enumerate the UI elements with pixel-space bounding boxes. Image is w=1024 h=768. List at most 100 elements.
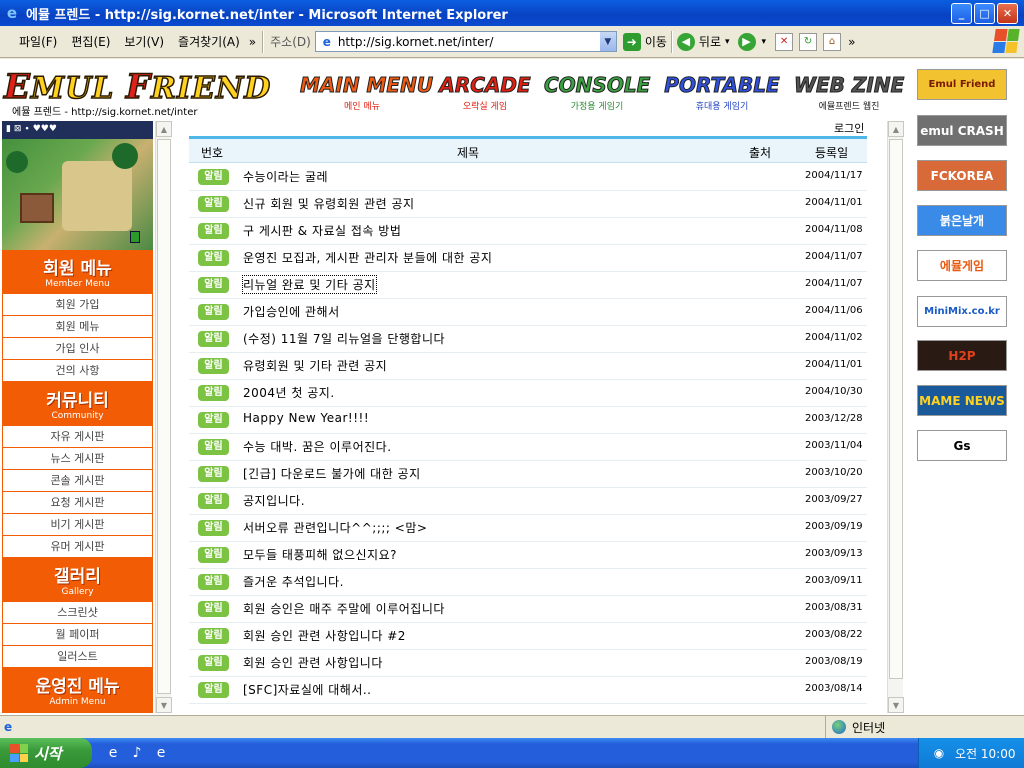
- notice-title-link[interactable]: 신규 회원 및 유령회원 관련 공지: [243, 195, 415, 212]
- partner-banner[interactable]: 붉은날개: [917, 205, 1007, 236]
- media-quicklaunch-icon[interactable]: ♪: [128, 744, 146, 762]
- volume-icon[interactable]: ◉: [931, 745, 947, 761]
- notice-title-link[interactable]: [SFC]자료실에 대해서..: [243, 681, 372, 698]
- menu-view[interactable]: 보기(V): [117, 33, 171, 50]
- notice-title-link[interactable]: Happy New Year!!!!: [243, 411, 369, 425]
- notice-row[interactable]: 알림 회원 승인은 매주 주말에 이루어집니다 2003/08/31: [189, 596, 867, 623]
- notice-row[interactable]: 알림 운영진 모집과, 게시판 관리자 분들에 대한 공지 2004/11/07: [189, 245, 867, 272]
- sidebar-item-join[interactable]: 회원 가입: [2, 294, 153, 316]
- notice-row[interactable]: 알림 수능 대박. 꿈은 이루어진다. 2003/11/04: [189, 434, 867, 461]
- notice-title-link[interactable]: (수정) 11월 7일 리뉴얼을 단행합니다: [243, 330, 445, 347]
- scroll-thumb[interactable]: [889, 139, 903, 679]
- notice-row[interactable]: 알림 (수정) 11월 7일 리뉴얼을 단행합니다 2004/11/02: [189, 326, 867, 353]
- scroll-down-icon[interactable]: ▼: [888, 697, 904, 713]
- sidebar-item-news-board[interactable]: 뉴스 게시판: [2, 448, 153, 470]
- notice-title-link[interactable]: 리뉴얼 완료 및 기타 공지: [242, 275, 377, 294]
- sidebar-item-suggestion[interactable]: 건의 사항: [2, 360, 153, 382]
- notice-row[interactable]: 알림 리뉴얼 완료 및 기타 공지 2004/11/07: [189, 272, 867, 299]
- refresh-icon[interactable]: ↻: [799, 32, 818, 51]
- browser-quicklaunch-icon[interactable]: e: [152, 744, 170, 762]
- notice-title-link[interactable]: [긴급] 다운로드 불가에 대한 공지: [243, 465, 421, 482]
- notice-title-link[interactable]: 운영진 모집과, 게시판 관리자 분들에 대한 공지: [243, 249, 492, 266]
- minimize-button[interactable]: _: [951, 2, 972, 24]
- left-frame-scrollbar[interactable]: ▲ ▼: [155, 121, 172, 713]
- notice-row[interactable]: 알림 구 게시판 & 자료실 접속 방법 2004/11/08: [189, 218, 867, 245]
- notice-title-link[interactable]: 수능 대박. 꿈은 이루어진다.: [243, 438, 392, 455]
- toolbar-overflow-icon[interactable]: »: [848, 35, 855, 49]
- nav-arcade[interactable]: ARCADE 오락실 게임: [436, 73, 534, 113]
- login-link[interactable]: 로그인: [834, 120, 864, 136]
- maximize-button[interactable]: □: [974, 2, 995, 24]
- start-button[interactable]: 시작: [0, 738, 92, 768]
- site-logo[interactable]: EMUL FRIEND: [3, 66, 271, 108]
- partner-banner[interactable]: FCKOREA: [917, 160, 1007, 191]
- partner-banner[interactable]: emul CRASH: [917, 115, 1007, 146]
- close-button[interactable]: ✕: [997, 2, 1018, 24]
- notice-title-link[interactable]: 즐거운 추석입니다.: [243, 573, 344, 590]
- forward-icon[interactable]: ▶: [737, 32, 756, 51]
- notice-title-link[interactable]: 유령회원 및 기타 관련 공지: [243, 357, 387, 374]
- sidebar-item-secret-board[interactable]: 비기 게시판: [2, 514, 153, 536]
- notice-title-link[interactable]: 회원 승인 관련 사항입니다: [243, 654, 383, 671]
- menu-favorites[interactable]: 즐겨찾기(A): [171, 33, 247, 50]
- menu-file[interactable]: 파일(F): [12, 33, 64, 50]
- nav-main-menu[interactable]: MAIN MENU 메인 메뉴: [300, 73, 434, 113]
- sidebar-item-screenshot[interactable]: 스크린샷: [2, 602, 153, 624]
- partner-banner[interactable]: H2P: [917, 340, 1007, 371]
- back-icon[interactable]: ◀: [676, 32, 695, 51]
- notice-row[interactable]: 알림 [긴급] 다운로드 불가에 대한 공지 2003/10/20: [189, 461, 867, 488]
- sidebar-item-illust[interactable]: 일러스트: [2, 646, 153, 668]
- back-dropdown-icon[interactable]: ▾: [725, 37, 730, 47]
- partner-banner[interactable]: MAME NEWS: [917, 385, 1007, 416]
- notice-title-link[interactable]: 가입승인에 관해서: [243, 303, 340, 320]
- scroll-up-icon[interactable]: ▲: [156, 121, 172, 137]
- notice-row[interactable]: 알림 공지입니다. 2003/09/27: [189, 488, 867, 515]
- stop-icon[interactable]: ✕: [775, 32, 794, 51]
- sidebar-item-console-board[interactable]: 콘솔 게시판: [2, 470, 153, 492]
- notice-row[interactable]: 알림 신규 회원 및 유령회원 관련 공지 2004/11/01: [189, 191, 867, 218]
- notice-row[interactable]: 알림 [SFC]자료실에 대해서.. 2003/08/14: [189, 677, 867, 704]
- nav-webzine[interactable]: WEB ZINE 에뮬프렌드 웹진: [794, 73, 905, 113]
- forward-dropdown-icon[interactable]: ▾: [762, 37, 767, 47]
- notice-title-link[interactable]: 회원 승인 관련 사항입니다 #2: [243, 627, 406, 644]
- notice-row[interactable]: 알림 서버오류 관련입니다^^;;;; <맘> 2003/09/19: [189, 515, 867, 542]
- notice-row[interactable]: 알림 즐거운 추석입니다. 2003/09/11: [189, 569, 867, 596]
- notice-row[interactable]: 알림 2004년 첫 공지. 2004/10/30: [189, 380, 867, 407]
- go-button[interactable]: ➜ 이동: [622, 32, 667, 51]
- sidebar-item-free-board[interactable]: 자유 게시판: [2, 426, 153, 448]
- home-icon[interactable]: ⌂: [823, 32, 842, 51]
- notice-title-link[interactable]: 서버오류 관련입니다^^;;;; <맘>: [243, 519, 427, 536]
- address-bar[interactable]: e http://sig.kornet.net/inter/ ▼: [314, 31, 617, 52]
- ie-quicklaunch-icon[interactable]: e: [104, 744, 122, 762]
- partner-banner[interactable]: Gs: [917, 430, 1007, 461]
- notice-title-link[interactable]: 회원 승인은 매주 주말에 이루어집니다: [243, 600, 445, 617]
- scroll-up-icon[interactable]: ▲: [888, 121, 904, 137]
- main-frame-scrollbar[interactable]: ▲ ▼: [887, 121, 904, 713]
- notice-title-link[interactable]: 2004년 첫 공지.: [243, 384, 335, 401]
- notice-title-link[interactable]: 구 게시판 & 자료실 접속 방법: [243, 222, 401, 239]
- notice-row[interactable]: 알림 유령회원 및 기타 관련 공지 2004/11/01: [189, 353, 867, 380]
- menu-edit[interactable]: 편집(E): [64, 33, 117, 50]
- sidebar-item-request-board[interactable]: 요청 게시판: [2, 492, 153, 514]
- partner-banner[interactable]: Emul Friend: [917, 69, 1007, 100]
- sidebar-item-humor-board[interactable]: 유머 게시판: [2, 536, 153, 558]
- notice-row[interactable]: 알림 회원 승인 관련 사항입니다 #2 2003/08/22: [189, 623, 867, 650]
- partner-banner[interactable]: MiniMix.co.kr: [917, 296, 1007, 327]
- notice-title-link[interactable]: 수능이라는 굴레: [243, 168, 328, 185]
- scroll-thumb[interactable]: [157, 139, 171, 694]
- nav-portable[interactable]: PORTABLE 휴대용 게임기: [660, 73, 784, 113]
- address-dropdown-icon[interactable]: ▼: [599, 32, 616, 51]
- notice-row[interactable]: 알림 회원 승인 관련 사항입니다 2003/08/19: [189, 650, 867, 677]
- scroll-down-icon[interactable]: ▼: [156, 697, 172, 713]
- notice-title-link[interactable]: 공지입니다.: [243, 492, 305, 509]
- back-label[interactable]: 뒤로: [699, 33, 721, 50]
- nav-console[interactable]: CONSOLE 가정용 게임기: [544, 73, 651, 113]
- notice-row[interactable]: 알림 수능이라는 굴레 2004/11/17: [189, 164, 867, 191]
- sidebar-item-greeting[interactable]: 가입 인사: [2, 338, 153, 360]
- notice-row[interactable]: 알림 가입승인에 관해서 2004/11/06: [189, 299, 867, 326]
- partner-banner[interactable]: 에뮬게임: [917, 250, 1007, 281]
- notice-row[interactable]: 알림 모두들 태풍피해 없으신지요? 2003/09/13: [189, 542, 867, 569]
- address-input[interactable]: http://sig.kornet.net/inter/: [338, 35, 600, 49]
- notice-title-link[interactable]: 모두들 태풍피해 없으신지요?: [243, 546, 397, 563]
- sidebar-item-member-menu[interactable]: 회원 메뉴: [2, 316, 153, 338]
